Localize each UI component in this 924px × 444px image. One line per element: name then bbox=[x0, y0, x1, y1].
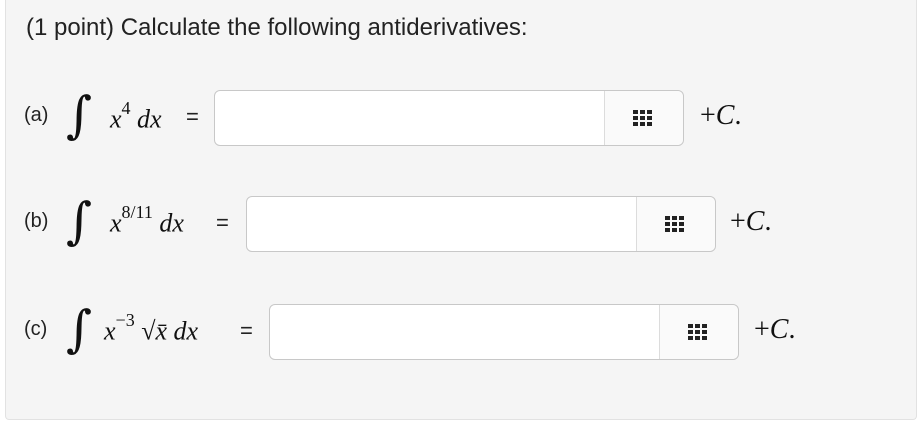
answer-box-a bbox=[214, 90, 684, 146]
plus-c-b: +C. bbox=[730, 206, 771, 238]
integrand-a: x4 dx bbox=[110, 98, 162, 135]
integral-sign-b: ∫ bbox=[66, 192, 93, 250]
answer-input-c[interactable] bbox=[270, 304, 659, 360]
answer-input-b[interactable] bbox=[247, 196, 636, 252]
dx-b: dx bbox=[159, 208, 184, 238]
integrand-base-b: x bbox=[110, 208, 122, 238]
plus-c-c: +C. bbox=[754, 314, 795, 346]
equals-sign-b: = bbox=[216, 210, 229, 235]
plus-c-text-c: +C bbox=[754, 314, 789, 345]
equation-palette-button-b[interactable] bbox=[636, 197, 715, 251]
dx-a: dx bbox=[137, 104, 162, 134]
integrand-base-c: x bbox=[104, 316, 116, 346]
integrand-base-a: x bbox=[110, 104, 122, 134]
exponent-a: 4 bbox=[121, 98, 131, 118]
exponent-b: 8/11 bbox=[121, 202, 153, 222]
period-b: . bbox=[764, 206, 772, 237]
grid-icon bbox=[665, 216, 684, 232]
part-label-a: (a) bbox=[24, 104, 49, 126]
integrand-c: x−3 √x̄ dx bbox=[104, 310, 199, 347]
equals-sign-a: = bbox=[186, 104, 199, 129]
part-label-b: (b) bbox=[24, 210, 49, 232]
period-c: . bbox=[788, 314, 796, 345]
answer-box-c bbox=[269, 304, 739, 360]
problem-panel: (1 point) Calculate the following antide… bbox=[5, 0, 917, 420]
plus-c-text-a: +C bbox=[700, 100, 735, 131]
answer-box-b bbox=[246, 196, 716, 252]
plus-c-text-b: +C bbox=[730, 206, 765, 237]
problem-heading: (1 point) Calculate the following antide… bbox=[26, 14, 528, 41]
sqrt-x-c: √x̄ bbox=[141, 316, 168, 346]
integrand-b: x8/11 dx bbox=[110, 202, 184, 239]
plus-c-a: +C. bbox=[700, 100, 741, 132]
grid-icon bbox=[633, 110, 652, 126]
equation-palette-button-c[interactable] bbox=[659, 305, 738, 359]
integral-sign-c: ∫ bbox=[66, 300, 93, 358]
answer-input-a[interactable] bbox=[215, 90, 604, 146]
equals-sign-c: = bbox=[240, 318, 253, 343]
exponent-c: −3 bbox=[115, 310, 135, 330]
integral-sign-a: ∫ bbox=[66, 86, 93, 144]
grid-icon bbox=[688, 324, 707, 340]
part-label-c: (c) bbox=[24, 318, 48, 340]
dx-c: dx bbox=[173, 316, 199, 346]
period-a: . bbox=[734, 100, 742, 131]
equation-palette-button-a[interactable] bbox=[604, 91, 683, 145]
